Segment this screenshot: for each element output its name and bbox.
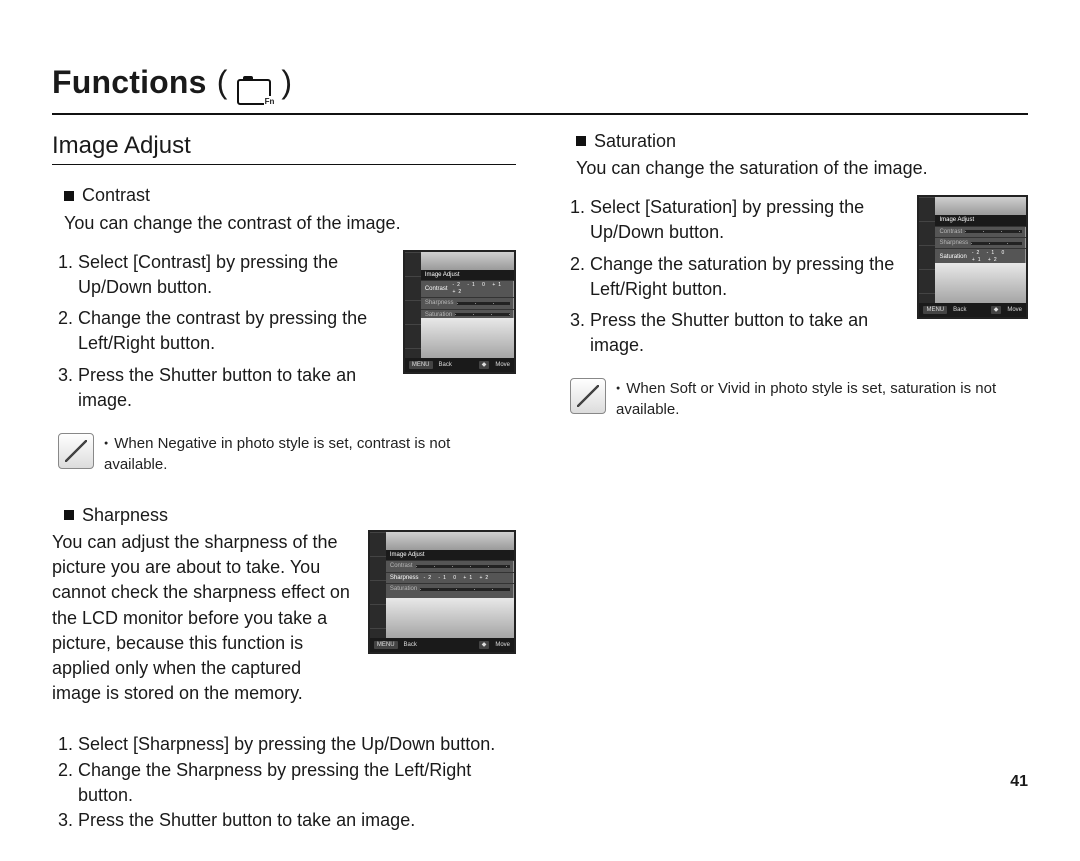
contrast-steps: Select [Contrast] by pressing the Up/Dow… [52,250,385,413]
list-item: Change the saturation by pressing the Le… [590,252,899,302]
list-item: Change the Sharpness by pressing the Lef… [78,758,516,808]
list-item: Select [Saturation] by pressing the Up/D… [590,195,899,245]
page-number: 41 [1010,771,1028,793]
lcd-thumbnail-sharpness: Image Adjust Contrast Sharpness-2 -1 0 +… [368,530,516,654]
section-title: Image Adjust [52,129,516,163]
saturation-heading: Saturation [576,129,1028,154]
saturation-note: When Soft or Vivid in photo style is set… [570,378,1028,420]
list-item: Press the Shutter button to take an imag… [78,808,516,833]
contrast-lead: You can change the contrast of the image… [64,211,424,236]
contrast-note-text: When Negative in photo style is set, con… [104,433,516,475]
saturation-lead: You can change the saturation of the ima… [576,156,936,181]
list-item: Press the Shutter button to take an imag… [590,308,899,358]
section-rule [52,164,516,165]
contrast-note: When Negative in photo style is set, con… [58,433,516,475]
paren-open: ( [217,60,228,105]
lcd-thumbnail-saturation: Image Adjust Contrast Sharpness Saturati… [917,195,1028,319]
page-title-text: Functions [52,60,207,105]
paren-close: ) [281,60,292,105]
sharpness-lead: You can adjust the sharpness of the pict… [52,530,350,706]
saturation-note-text: When Soft or Vivid in photo style is set… [616,378,1028,420]
saturation-steps: Select [Saturation] by pressing the Up/D… [564,195,899,358]
title-rule [52,113,1028,115]
sharpness-heading: Sharpness [64,503,516,528]
note-icon [570,378,606,414]
right-column: Saturation You can change the saturation… [564,125,1028,861]
list-item: Change the contrast by pressing the Left… [78,306,385,356]
list-item: Select [Sharpness] by pressing the Up/Do… [78,732,516,757]
lcd-thumbnail-contrast: Image Adjust Contrast-2 -1 0 +1 +2 Sharp… [403,250,516,374]
page-title: Functions ( ) [52,60,1028,105]
sharpness-steps: Select [Sharpness] by pressing the Up/Do… [52,732,516,833]
note-icon [58,433,94,469]
list-item: Press the Shutter button to take an imag… [78,363,385,413]
camera-fn-icon [237,79,271,105]
contrast-heading: Contrast [64,183,516,208]
list-item: Select [Contrast] by pressing the Up/Dow… [78,250,385,300]
left-column: Image Adjust Contrast You can change the… [52,125,516,861]
contrast-block: Contrast You can change the contrast of … [52,183,516,475]
sharpness-block: Sharpness You can adjust the sharpness o… [52,503,516,833]
saturation-block: Saturation You can change the saturation… [564,129,1028,421]
